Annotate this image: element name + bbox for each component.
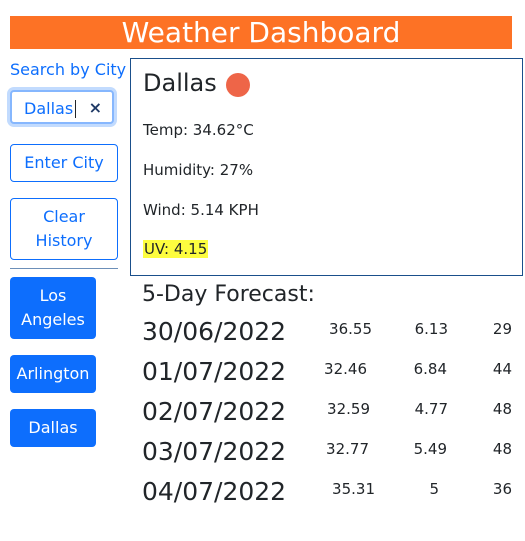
forecast-date: 02/07/2022 <box>142 397 287 426</box>
current-wind: Wind: 5.14 KPH <box>143 201 259 219</box>
history-city-label-line1: Los <box>39 286 67 305</box>
clear-history-label-line1: Clear <box>43 207 85 226</box>
history-city-button-los-angeles[interactable]: Los Angeles <box>10 277 96 339</box>
forecast-wind: 5 <box>429 480 439 498</box>
forecast-wind: 4.77 <box>414 400 448 418</box>
forecast-humidity: 29 <box>492 320 512 338</box>
forecast-temp: 32.59 <box>327 400 370 418</box>
history-city-button-dallas[interactable]: Dallas <box>10 409 96 447</box>
forecast-wind: 6.84 <box>413 360 447 378</box>
forecast-temp: 35.31 <box>332 480 375 498</box>
clear-history-label-line2: History <box>35 231 93 250</box>
current-temp: Temp: 34.62°C <box>143 121 254 139</box>
forecast-humidity: 36 <box>492 480 512 498</box>
forecast-wind: 5.49 <box>413 440 447 458</box>
forecast-humidity: 48 <box>492 440 512 458</box>
forecast-title: 5-Day Forecast: <box>142 282 315 307</box>
current-humidity: Humidity: 27% <box>143 161 254 179</box>
page-title: Weather Dashboard <box>10 16 512 49</box>
forecast-date: 03/07/2022 <box>142 437 287 466</box>
forecast-wind: 6.13 <box>414 320 448 338</box>
forecast-date: 30/06/2022 <box>142 317 287 346</box>
clear-input-icon[interactable]: × <box>89 98 102 117</box>
forecast-date: 04/07/2022 <box>142 477 287 506</box>
forecast-temp: 32.77 <box>326 440 369 458</box>
forecast-humidity: 48 <box>492 400 512 418</box>
current-uv-index: UV: 4.15 <box>143 240 209 258</box>
enter-city-button[interactable]: Enter City <box>10 144 118 182</box>
forecast-humidity: 44 <box>492 360 512 378</box>
history-city-label-line2: Angeles <box>21 310 85 329</box>
history-city-button-arlington[interactable]: Arlington <box>10 355 96 393</box>
forecast-temp: 32.46 <box>324 360 367 378</box>
weather-icon <box>226 73 250 97</box>
current-weather-card: Dallas Temp: 34.62°C Humidity: 27% Wind:… <box>130 58 523 276</box>
search-label: Search by City <box>10 60 127 79</box>
search-input[interactable]: Dallas × <box>10 90 114 124</box>
search-input-value: Dallas <box>24 100 77 118</box>
sidebar-divider <box>10 268 118 269</box>
forecast-temp: 36.55 <box>329 320 372 338</box>
clear-history-button[interactable]: Clear History <box>10 198 118 260</box>
forecast-date: 01/07/2022 <box>142 357 287 386</box>
current-city-name: Dallas <box>143 69 217 97</box>
